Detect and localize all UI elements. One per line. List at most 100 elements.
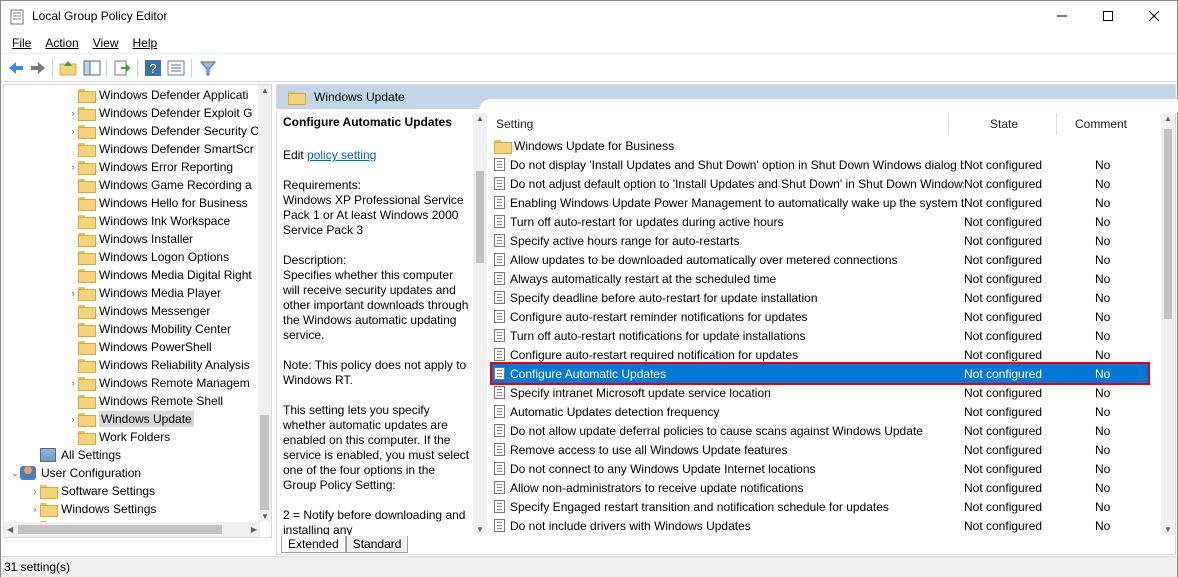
tree-item[interactable]: › Windows Media Player — [4, 284, 260, 302]
folder-icon — [78, 179, 96, 193]
policy-row[interactable]: Do not display 'Install Updates and Shut… — [492, 155, 1148, 174]
expand-arrow-icon[interactable]: › — [68, 378, 78, 388]
column-header-state[interactable]: State — [990, 113, 1018, 135]
policy-row[interactable]: Do not include drivers with Windows Upda… — [492, 516, 1148, 533]
policy-row[interactable]: Windows Update for Business — [492, 136, 1148, 155]
policy-setting-link[interactable]: policy setting — [307, 148, 376, 162]
policy-state: Not configured — [964, 214, 1043, 229]
tree-item[interactable]: › Windows Error Reporting — [4, 158, 260, 176]
tree-item[interactable]: Windows Installer — [4, 230, 260, 248]
properties-icon[interactable] — [167, 59, 185, 77]
tree-hscroll-thumb[interactable] — [18, 525, 222, 534]
tree-item[interactable]: Windows PowerShell — [4, 338, 260, 356]
policy-row[interactable]: Specify active hours range for auto-rest… — [492, 231, 1148, 250]
close-button[interactable] — [1131, 1, 1177, 31]
export-list-icon[interactable] — [113, 59, 131, 77]
tree-item[interactable]: Windows Mobility Center — [4, 320, 260, 338]
title-bar[interactable]: Local Group Policy Editor — [1, 1, 1177, 32]
tree-vertical-scrollbar[interactable]: ▲ ▼ — [258, 85, 271, 522]
policy-state: Not configured — [964, 385, 1043, 400]
scroll-left-icon[interactable]: ◀ — [7, 525, 13, 534]
help-icon[interactable]: ? — [144, 59, 162, 77]
menu-file[interactable]: File — [5, 36, 38, 50]
policy-row[interactable]: Specify deadline before auto-restart for… — [492, 288, 1148, 307]
description-scroll-thumb[interactable] — [476, 171, 484, 263]
policy-row[interactable]: Configure auto-restart reminder notifica… — [492, 307, 1148, 326]
policy-row[interactable]: Do not connect to any Windows Update Int… — [492, 459, 1148, 478]
settings-list: Setting State Comment Windows Update for… — [490, 113, 1159, 533]
folder-icon — [78, 161, 96, 175]
tree-item[interactable]: Windows Defender Applicati — [4, 86, 260, 104]
expand-arrow-icon[interactable]: › — [30, 504, 40, 514]
menu-help[interactable]: Help — [126, 36, 165, 50]
policy-row[interactable]: Turn off auto-restart for updates during… — [492, 212, 1148, 231]
tree-horizontal-scrollbar[interactable]: ◀ ▶ — [4, 522, 260, 537]
expand-arrow-icon[interactable]: › — [30, 486, 40, 496]
minimize-button[interactable] — [1039, 1, 1085, 31]
tree-item[interactable]: › Windows Update — [4, 410, 260, 428]
policy-row[interactable]: Always automatically restart at the sche… — [492, 269, 1148, 288]
show-hide-tree-icon[interactable] — [83, 59, 101, 77]
tree-item[interactable]: Windows Logon Options — [4, 248, 260, 266]
tree-item[interactable]: Windows Hello for Business — [4, 194, 260, 212]
tree-item[interactable]: › Software Settings — [4, 482, 260, 500]
tree-item[interactable]: All Settings — [4, 446, 260, 464]
filter-icon[interactable] — [199, 59, 217, 77]
tree-item[interactable]: › Windows Defender Security C — [4, 122, 260, 140]
tree-item[interactable]: Windows Ink Workspace — [4, 212, 260, 230]
settings-scroll-thumb[interactable] — [1164, 129, 1172, 319]
tree-item[interactable]: › Windows Defender Exploit G — [4, 104, 260, 122]
menu-action[interactable]: Action — [38, 36, 85, 50]
policy-name: Remove access to use all Windows Update … — [510, 442, 788, 457]
back-arrow-icon[interactable] — [7, 59, 25, 77]
policy-row[interactable]: Specify intranet Microsoft update servic… — [492, 383, 1148, 402]
scroll-right-icon[interactable]: ▶ — [251, 525, 257, 534]
policy-row[interactable]: Configure auto-restart required notifica… — [492, 345, 1148, 364]
policy-row[interactable]: Enabling Windows Update Power Management… — [492, 193, 1148, 212]
tree-item[interactable]: Windows Reliability Analysis — [4, 356, 260, 374]
expand-arrow-icon[interactable]: › — [68, 126, 78, 136]
selected-policy-row[interactable]: Configure Automatic Updates Not configure… — [490, 362, 1150, 385]
settings-list-scrollbar[interactable]: ▲ ▼ — [1161, 113, 1175, 535]
expand-arrow-icon[interactable]: › — [68, 162, 78, 172]
tree-item[interactable]: › Windows Remote Managem — [4, 374, 260, 392]
tree-item[interactable]: Windows Messenger — [4, 302, 260, 320]
tree-item[interactable]: Windows Remote Shell — [4, 392, 260, 410]
scroll-down-icon[interactable]: ▼ — [261, 512, 269, 521]
policy-row[interactable]: Remove access to use all Windows Update … — [492, 440, 1148, 459]
policy-row[interactable]: Turn off auto-restart notifications for … — [492, 326, 1148, 345]
description-scrollbar[interactable]: ▲ ▼ — [473, 113, 487, 535]
up-folder-icon[interactable] — [59, 59, 77, 77]
tab-extended[interactable]: Extended — [281, 536, 346, 553]
tab-standard[interactable]: Standard — [345, 536, 409, 553]
tree-item[interactable]: Windows Defender SmartScr — [4, 140, 260, 158]
tree-item[interactable]: Windows Game Recording a — [4, 176, 260, 194]
forward-arrow-icon[interactable] — [29, 59, 47, 77]
expand-arrow-icon[interactable]: › — [68, 288, 78, 298]
scroll-up-icon[interactable]: ▲ — [1164, 114, 1172, 123]
tree-scroll-thumb[interactable] — [260, 415, 269, 510]
column-header-comment[interactable]: Comment — [1075, 113, 1127, 135]
scroll-up-icon[interactable]: ▲ — [261, 86, 269, 95]
scroll-down-icon[interactable]: ▼ — [476, 525, 484, 534]
expand-arrow-icon[interactable]: › — [68, 414, 78, 424]
policy-row[interactable]: Do not allow update deferral policies to… — [492, 421, 1148, 440]
scroll-up-icon[interactable]: ▲ — [476, 114, 484, 123]
tree-item[interactable]: Windows Media Digital Right — [4, 266, 260, 284]
tree-item[interactable]: Work Folders — [4, 428, 260, 446]
policy-name: Turn off auto-restart notifications for … — [510, 328, 806, 343]
tree-item[interactable]: › Windows Settings — [4, 500, 260, 518]
column-header-setting[interactable]: Setting — [496, 113, 533, 135]
maximize-button[interactable] — [1085, 1, 1131, 31]
policy-row[interactable]: Specify Engaged restart transition and n… — [492, 497, 1148, 516]
scroll-down-icon[interactable]: ▼ — [1164, 525, 1172, 534]
policy-row[interactable]: Automatic Updates detection frequency Not… — [492, 402, 1148, 421]
expand-arrow-icon[interactable]: ⌄ — [10, 468, 20, 479]
tree-item[interactable]: ⌄ User Configuration — [4, 464, 260, 482]
menu-view[interactable]: View — [86, 36, 126, 50]
policy-row[interactable]: Allow non-administrators to receive upda… — [492, 478, 1148, 497]
policy-row[interactable]: Do not adjust default option to 'Install… — [492, 174, 1148, 193]
user-icon — [20, 466, 36, 480]
expand-arrow-icon[interactable]: › — [68, 108, 78, 118]
policy-row[interactable]: Allow updates to be downloaded automatic… — [492, 250, 1148, 269]
